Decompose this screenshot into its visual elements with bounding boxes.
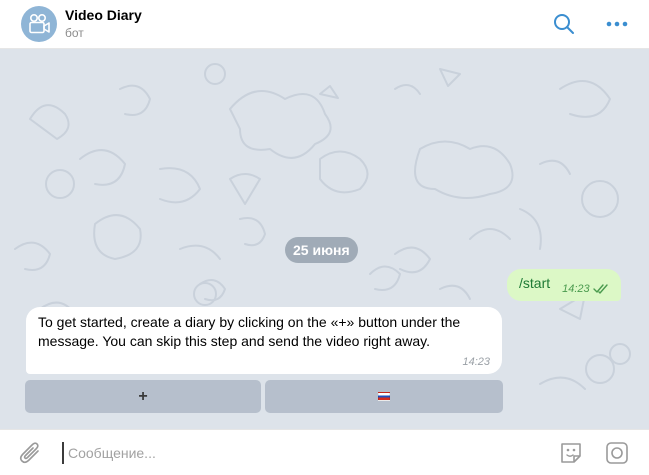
camera-icon [606, 442, 628, 464]
film-camera-icon [29, 13, 50, 34]
keyboard-button-add[interactable]: + [25, 380, 261, 413]
message-composer [0, 429, 649, 475]
bot-avatar[interactable] [21, 6, 57, 42]
sticker-button[interactable] [558, 440, 584, 466]
paperclip-icon [19, 442, 39, 464]
outgoing-message-time: 14:23 [562, 283, 590, 295]
date-separator: 25 июня [285, 237, 358, 263]
camera-button[interactable] [604, 440, 630, 466]
outgoing-message-text: /start [519, 275, 551, 291]
incoming-message[interactable]: To get started, create a diary by clicki… [26, 307, 502, 374]
chat-subtitle: бот [65, 26, 84, 40]
more-dots-icon [606, 21, 628, 27]
outgoing-message[interactable]: /start 14:23 [507, 269, 621, 301]
outgoing-message-meta: 14:23 [562, 283, 609, 295]
search-button[interactable] [552, 12, 576, 36]
double-check-icon [592, 284, 608, 294]
incoming-message-text: To get started, create a diary by clicki… [38, 314, 461, 349]
russia-flag-icon [378, 392, 390, 401]
message-input[interactable] [62, 442, 532, 464]
chat-header: Video Diary бот [0, 0, 649, 49]
attach-button[interactable] [18, 441, 42, 465]
keyboard-button-language[interactable] [265, 380, 503, 413]
more-button[interactable] [605, 12, 629, 36]
sticker-icon [561, 443, 581, 463]
incoming-message-time: 14:23 [462, 356, 490, 368]
chat-title: Video Diary [65, 7, 142, 23]
search-icon [554, 14, 574, 34]
chat-history[interactable]: 25 июня /start 14:23 To get started, cre… [0, 49, 649, 429]
